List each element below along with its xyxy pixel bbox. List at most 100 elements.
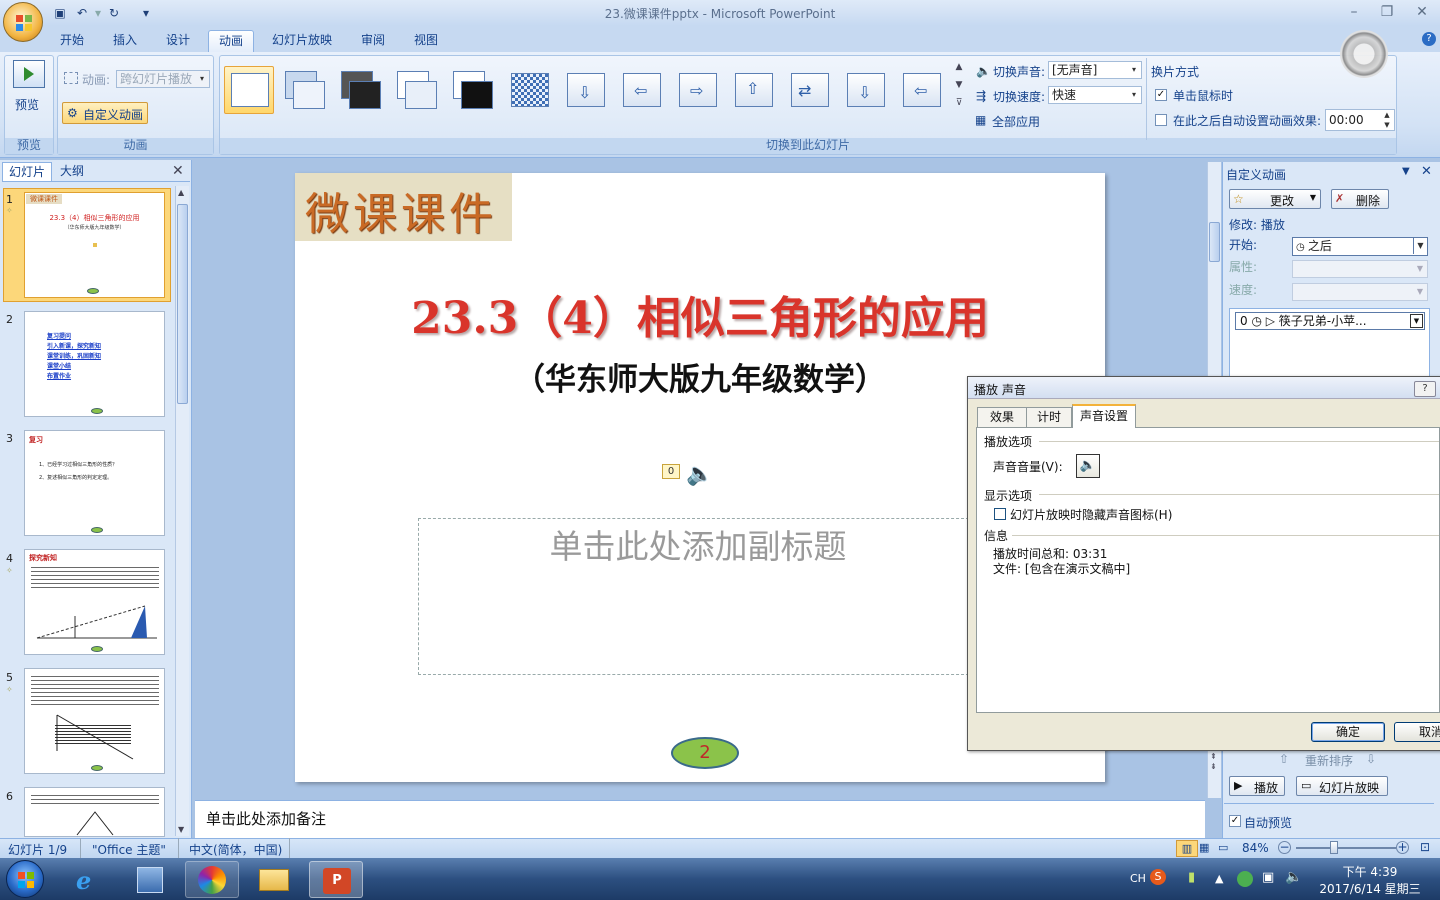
- reorder-down-icon[interactable]: ⇩: [1366, 752, 1376, 766]
- transition-split[interactable]: ⇄: [784, 66, 834, 114]
- zoom-in-icon[interactable]: +: [1396, 841, 1409, 854]
- tab-slideshow[interactable]: 幻灯片放映: [262, 30, 342, 52]
- delete-button[interactable]: ✗ 删除: [1331, 189, 1389, 209]
- tab-insert[interactable]: 插入: [103, 30, 147, 52]
- chevron-down-icon[interactable]: ▼: [1410, 314, 1423, 328]
- start-select[interactable]: ◷ 之后 ▼: [1292, 237, 1428, 256]
- dialog-tab-sound-settings[interactable]: 声音设置: [1072, 404, 1136, 428]
- status-language[interactable]: 中文(简体，中国): [189, 841, 282, 858]
- transition-wipe-right[interactable]: ⇨: [672, 66, 722, 114]
- tab-home[interactable]: 开始: [50, 30, 94, 52]
- close-pane-icon[interactable]: ✕: [172, 163, 184, 179]
- start-button[interactable]: [6, 860, 44, 898]
- zoom-slider-thumb[interactable]: [1330, 841, 1338, 854]
- autopreview-checkbox[interactable]: ✓: [1229, 815, 1241, 827]
- sogou-icon[interactable]: S: [1150, 869, 1166, 885]
- volume-button-icon[interactable]: 🔈: [1076, 454, 1100, 478]
- save-icon[interactable]: ▣: [52, 5, 68, 21]
- transition-wipe-down[interactable]: ⇩: [560, 66, 610, 114]
- hide-icon-checkbox[interactable]: [994, 508, 1006, 520]
- gallery-scroll-up-icon[interactable]: ▲: [952, 62, 966, 78]
- play-button[interactable]: ▶ 播放: [1229, 776, 1285, 796]
- auto-after-time-input[interactable]: 00:00 ▲ ▼: [1325, 109, 1395, 131]
- tab-review[interactable]: 审阅: [351, 30, 395, 52]
- gallery-scroll-down-icon[interactable]: ▼: [952, 80, 966, 96]
- speaker-icon[interactable]: 🔈: [686, 462, 713, 487]
- speed-select[interactable]: 快速 ▾: [1048, 86, 1142, 104]
- gallery-more-icon[interactable]: ⊽: [952, 98, 966, 114]
- minimize-icon[interactable]: –: [1340, 2, 1368, 22]
- preview-icon[interactable]: [13, 60, 45, 88]
- redo-icon[interactable]: ↻: [106, 5, 122, 21]
- network-icon[interactable]: ▣: [1262, 870, 1274, 885]
- dialog-tab-timing[interactable]: 计时: [1026, 407, 1072, 427]
- undo-dropdown-icon[interactable]: ▾: [90, 5, 106, 21]
- auto-after-checkbox[interactable]: [1155, 114, 1167, 126]
- tab-outline[interactable]: 大纲: [54, 162, 90, 181]
- tray-app-icon[interactable]: [1237, 871, 1253, 887]
- volume-tray-icon[interactable]: 🔈: [1285, 869, 1302, 885]
- slides-scrollbar[interactable]: ▲ ▼: [175, 186, 189, 836]
- speed-select-pane[interactable]: ▼: [1292, 283, 1428, 301]
- tab-animations[interactable]: 动画: [208, 30, 255, 52]
- slide-thumb-1[interactable]: 微课课件 23.3（4）相似三角形的应用 （华东师大版九年级数学）: [24, 192, 165, 298]
- change-button[interactable]: ☆ 更改 ▼: [1229, 189, 1321, 209]
- preview-button[interactable]: 预览: [15, 96, 39, 113]
- undo-icon[interactable]: ↶: [74, 5, 90, 21]
- transition-cut[interactable]: [392, 66, 442, 114]
- taskpane-close-icon[interactable]: ✕: [1421, 164, 1432, 179]
- slide-thumb-3[interactable]: 复习 1、已经学习过相似三角形的性质？ 2、复述相似三角形的判定定理。: [24, 430, 165, 536]
- clock-time[interactable]: 下午 4:39: [1310, 863, 1430, 880]
- dialog-help-icon[interactable]: ?: [1414, 381, 1436, 397]
- tray-expand-icon[interactable]: ▲: [1215, 872, 1223, 885]
- office-button[interactable]: [3, 2, 43, 42]
- tab-view[interactable]: 视图: [404, 30, 448, 52]
- ok-button[interactable]: 确定: [1311, 722, 1385, 742]
- qat-customize-icon[interactable]: ▾: [138, 5, 154, 21]
- slide-thumb-4[interactable]: 探究新知: [24, 549, 165, 655]
- reorder-up-icon[interactable]: ⇧: [1279, 752, 1289, 766]
- transition-none[interactable]: [224, 66, 274, 114]
- taskbar-explorer[interactable]: [247, 861, 301, 898]
- transition-fade-black[interactable]: [336, 66, 386, 114]
- taskbar-app-2[interactable]: [123, 861, 177, 898]
- transition-fade[interactable]: [280, 66, 330, 114]
- slideshow-button[interactable]: ▭ 幻灯片放映: [1296, 776, 1388, 796]
- close-icon[interactable]: ✕: [1408, 2, 1436, 22]
- transition-push-down[interactable]: ⇩: [840, 66, 890, 114]
- tab-slides[interactable]: 幻灯片: [2, 162, 53, 181]
- transition-dissolve[interactable]: [504, 66, 554, 114]
- cancel-button[interactable]: 取消: [1394, 722, 1440, 742]
- spinner-icon[interactable]: ▲ ▼: [1380, 110, 1394, 129]
- apply-all-button[interactable]: 全部应用: [992, 113, 1040, 130]
- custom-animation-button[interactable]: ⚙ 自定义动画: [62, 102, 148, 124]
- help-icon[interactable]: ?: [1422, 32, 1436, 46]
- transition-wipe-up[interactable]: ⇧: [728, 66, 778, 114]
- ime-indicator[interactable]: CH: [1130, 872, 1146, 885]
- sound-select[interactable]: [无声音] ▾: [1048, 61, 1142, 79]
- zoom-out-icon[interactable]: −: [1278, 841, 1291, 854]
- slide-thumb-6[interactable]: [24, 787, 165, 837]
- tab-design[interactable]: 设计: [156, 30, 200, 52]
- normal-view-icon[interactable]: ▥: [1176, 840, 1198, 857]
- taskbar-powerpoint[interactable]: P: [309, 861, 363, 898]
- restore-icon[interactable]: ❐: [1373, 2, 1401, 22]
- slide-thumb-5[interactable]: [24, 668, 165, 774]
- transition-push-left[interactable]: ⇦: [896, 66, 946, 114]
- fit-window-icon[interactable]: ⊡: [1420, 840, 1430, 854]
- transition-wipe-left[interactable]: ⇦: [616, 66, 666, 114]
- zoom-slider-track[interactable]: [1296, 847, 1396, 849]
- taskbar-app-3[interactable]: [185, 861, 239, 898]
- notes-pane[interactable]: [195, 800, 1205, 838]
- clock-date[interactable]: 2017/6/14 星期三: [1310, 880, 1430, 897]
- slide-title[interactable]: 23.3（4）相似三角形的应用: [295, 282, 1105, 346]
- slideshow-view-icon[interactable]: ▭: [1218, 841, 1228, 854]
- sorter-view-icon[interactable]: ▦: [1199, 841, 1209, 854]
- animation-select[interactable]: 跨幻灯片播放 ▾: [116, 70, 210, 88]
- transition-cut-black[interactable]: [448, 66, 498, 114]
- battery-icon[interactable]: ▮: [1188, 870, 1195, 885]
- slide-thumb-2[interactable]: 复习提问 引入新课，探究新知 课堂训练，巩固新知 课堂小结 布置作业: [24, 311, 165, 417]
- taskbar-ie[interactable]: e: [63, 861, 117, 898]
- taskpane-menu-icon[interactable]: ▼: [1402, 166, 1410, 177]
- zoom-level[interactable]: 84%: [1242, 841, 1269, 855]
